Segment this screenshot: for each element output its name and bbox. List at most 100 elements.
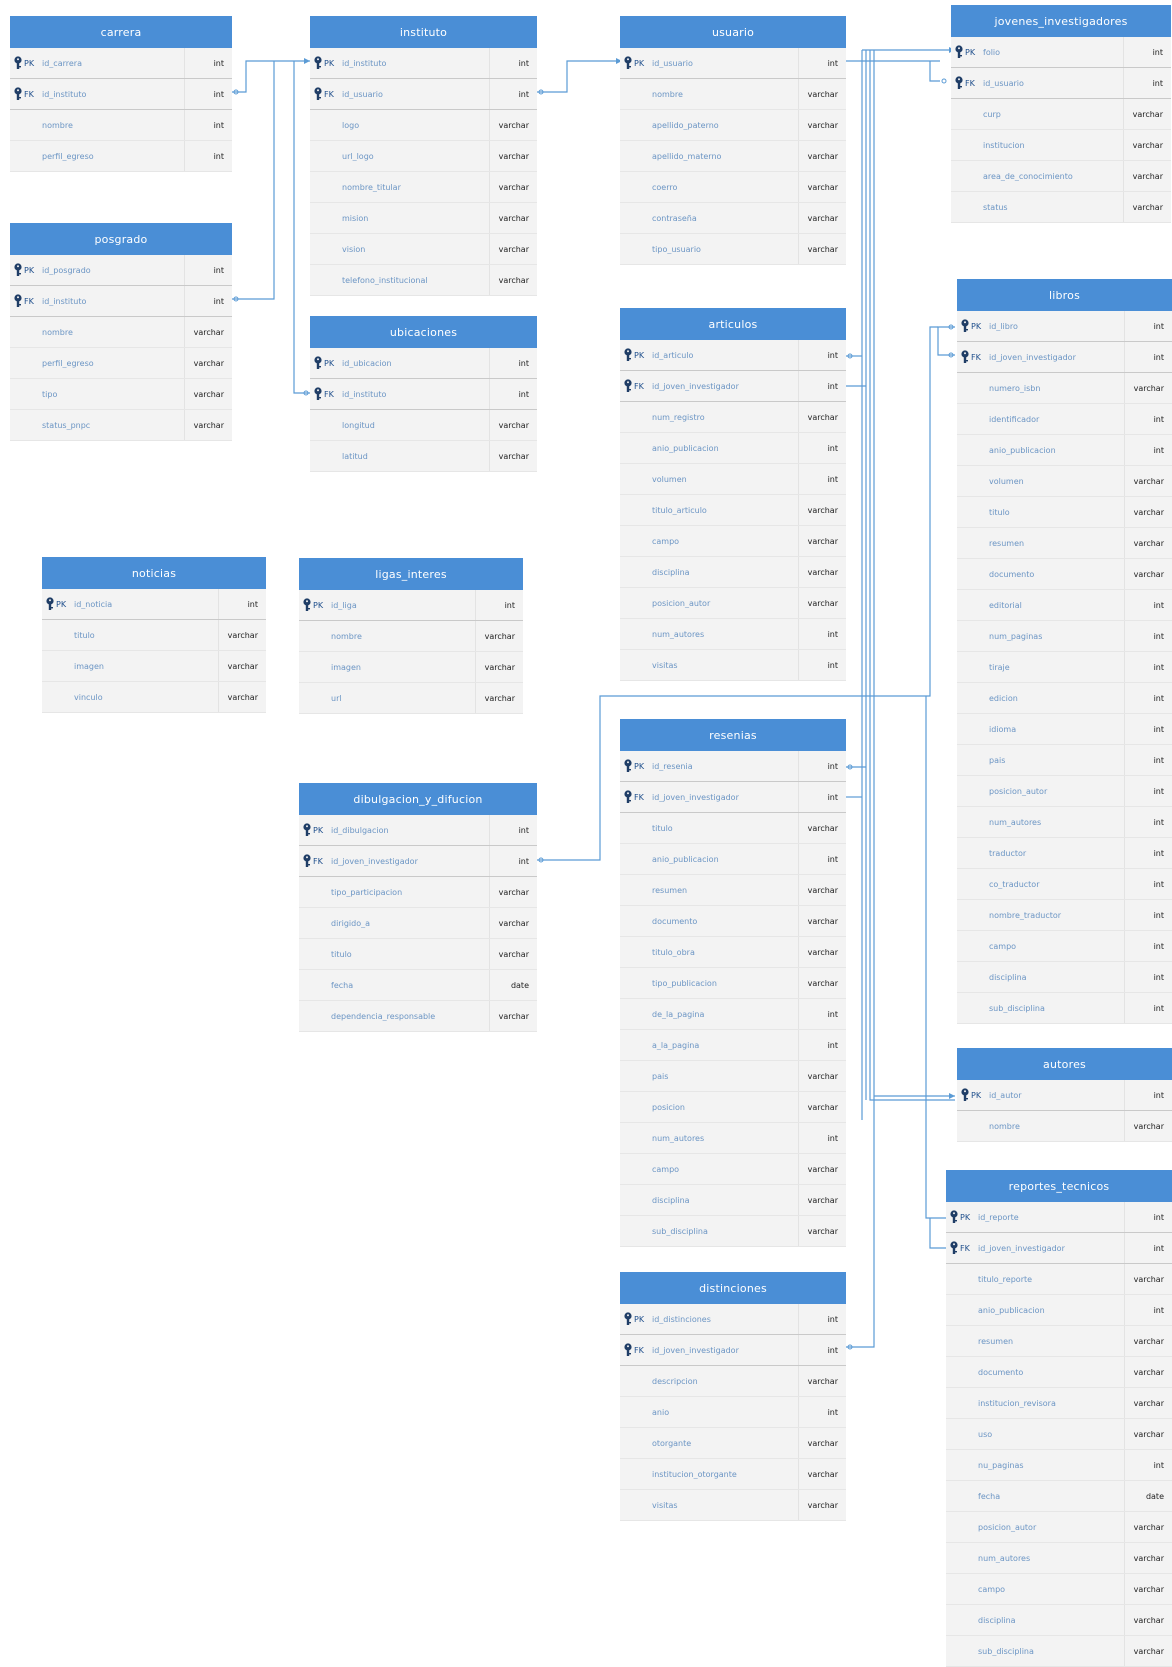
table-row: posicion_autor varchar <box>946 1512 1172 1543</box>
field-type: varchar <box>489 410 537 440</box>
field-name: nombre <box>42 120 73 130</box>
table-ligas-interes: ligas_interes PK id_liga int nombre varchar im… <box>299 558 523 714</box>
table-row: FK id_joven_investigador int <box>620 782 846 813</box>
table-row: status varchar <box>951 192 1171 223</box>
table-row: editorial int <box>957 590 1172 621</box>
table-row: disciplina int <box>957 962 1172 993</box>
field-name: num_autores <box>978 1553 1031 1563</box>
field-type: int <box>1124 652 1172 682</box>
field-name: num_autores <box>989 817 1042 827</box>
field-name: id_instituto <box>342 389 387 399</box>
field-name: anio <box>652 1407 670 1417</box>
field-type: int <box>184 48 232 78</box>
connector-instituto-usuario <box>537 60 622 93</box>
field-type: int <box>489 348 537 378</box>
key-icon <box>302 598 312 612</box>
table-row: campo varchar <box>620 1154 846 1185</box>
table-title: carrera <box>10 16 232 48</box>
field-type: varchar <box>184 317 232 347</box>
field-type: varchar <box>489 172 537 202</box>
table-row: nombre varchar <box>620 79 846 110</box>
field-type: varchar <box>218 620 266 650</box>
field-name: nombre <box>331 631 362 641</box>
field-type: int <box>798 1335 846 1365</box>
field-name: titulo <box>652 823 673 833</box>
field-type: varchar <box>798 1216 846 1246</box>
table-row: anio_publicacion int <box>946 1295 1172 1326</box>
field-type: varchar <box>798 588 846 618</box>
field-type: int <box>489 379 537 409</box>
key-label: PK <box>313 825 324 835</box>
field-name: titulo_obra <box>652 947 695 957</box>
table-row: tiraje int <box>957 652 1172 683</box>
field-name: dirigido_a <box>331 918 370 928</box>
key-label: PK <box>24 265 35 275</box>
field-type: varchar <box>798 172 846 202</box>
field-type: int <box>1124 342 1172 372</box>
table-row: posicion_autor int <box>957 776 1172 807</box>
field-name: folio <box>983 47 1001 57</box>
key-cell: FK <box>299 854 329 868</box>
table-row: mision varchar <box>310 203 537 234</box>
table-row: PK id_liga int <box>299 590 523 621</box>
field-name: tipo_participacion <box>331 887 403 897</box>
table-row: fecha date <box>299 970 537 1001</box>
field-name: id_carrera <box>42 58 82 68</box>
key-icon <box>313 56 323 70</box>
key-cell: PK <box>310 356 340 370</box>
field-type: varchar <box>1124 1574 1172 1604</box>
table-row: disciplina varchar <box>620 557 846 588</box>
field-name: id_joven_investigador <box>978 1243 1065 1253</box>
key-label: FK <box>324 389 334 399</box>
field-name: telefono_institucional <box>342 275 428 285</box>
table-usuario: usuario PK id_usuario int nombre varchar apell… <box>620 16 846 265</box>
table-row: longitud varchar <box>310 410 537 441</box>
table-row: traductor int <box>957 838 1172 869</box>
connector-posgrado-instituto <box>232 61 275 300</box>
field-name: documento <box>989 569 1035 579</box>
field-type: varchar <box>489 1001 537 1031</box>
field-type: varchar <box>798 813 846 843</box>
table-row: sub_disciplina varchar <box>946 1636 1172 1667</box>
field-type: int <box>798 619 846 649</box>
table-row: num_autores int <box>620 1123 846 1154</box>
field-type: varchar <box>218 682 266 712</box>
field-type: varchar <box>798 141 846 171</box>
table-row: campo varchar <box>620 526 846 557</box>
field-name: disciplina <box>652 567 690 577</box>
key-cell: PK <box>957 1088 987 1102</box>
table-row: PK id_autor int <box>957 1080 1172 1111</box>
key-label: PK <box>960 1212 971 1222</box>
field-type: varchar <box>798 906 846 936</box>
table-row: titulo_articulo varchar <box>620 495 846 526</box>
field-name: institucion <box>983 140 1025 150</box>
table-row: dirigido_a varchar <box>299 908 537 939</box>
key-label: FK <box>24 296 34 306</box>
key-icon <box>623 1343 633 1357</box>
field-type: int <box>1124 1202 1172 1232</box>
key-icon <box>949 1210 959 1224</box>
field-type: int <box>1124 621 1172 651</box>
field-name: fecha <box>331 980 354 990</box>
table-row: titulo varchar <box>42 620 266 651</box>
table-row: vision varchar <box>310 234 537 265</box>
table-row: curp varchar <box>951 99 1171 130</box>
table-row: imagen varchar <box>42 651 266 682</box>
table-row: volumen varchar <box>957 466 1172 497</box>
table-title: jovenes_investigadores <box>951 5 1171 37</box>
table-row: sub_disciplina int <box>957 993 1172 1024</box>
field-type: int <box>489 815 537 845</box>
table-row: nombre varchar <box>299 621 523 652</box>
field-type: int <box>1124 869 1172 899</box>
field-name: latitud <box>342 451 368 461</box>
table-row: FK id_joven_investigador int <box>957 342 1172 373</box>
field-type: int <box>1124 683 1172 713</box>
table-ubicaciones: ubicaciones PK id_ubicacion int FK id_institu… <box>310 316 537 472</box>
table-row: documento varchar <box>957 559 1172 590</box>
table-row: volumen int <box>620 464 846 495</box>
table-row: anio_publicacion int <box>620 844 846 875</box>
field-type: varchar <box>489 203 537 233</box>
table-carrera: carrera PK id_carrera int FK id_instituto int n… <box>10 16 232 172</box>
table-row: apellido_materno varchar <box>620 141 846 172</box>
table-jovenes-investigadores: jovenes_investigadores PK folio int FK id_usu… <box>951 5 1171 223</box>
